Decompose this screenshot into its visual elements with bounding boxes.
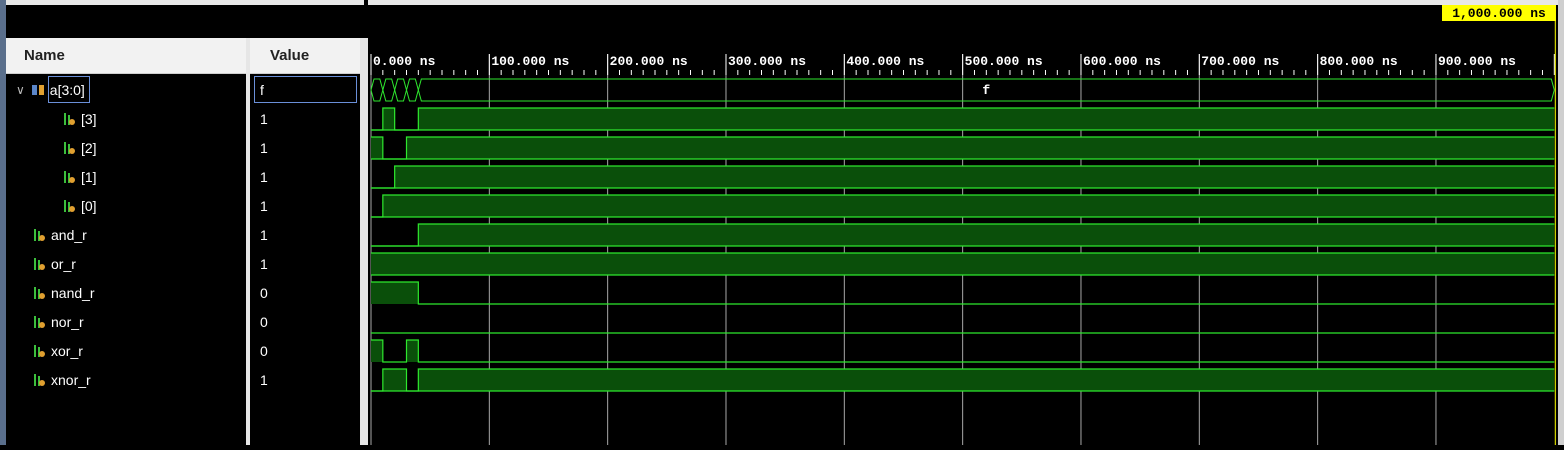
signal-value-cell: 1 [260,255,268,272]
bit-signal-icon [62,170,76,184]
ruler-tick-label: 800.000 ns [1320,54,1398,69]
wave-high-fill [418,224,1555,246]
waveform-toolbar-strip [368,0,1564,5]
ruler-tick-label: 0.000 ns [373,54,436,69]
bit-signal-icon [32,315,46,329]
ruler-tick-label: 700.000 ns [1201,54,1279,69]
signal-name-label: [1] [81,168,97,185]
vertical-scrollbar[interactable] [1558,0,1564,445]
signal-value-cell: 1 [260,226,268,243]
bus-value-segment [394,78,408,102]
bit-signal-icon [62,199,76,213]
wave-high-fill [371,340,383,362]
signal-name-label: nor_r [51,313,84,330]
bus-value-segment [370,78,384,102]
wave-high-fill [371,137,383,159]
waveform-canvas[interactable]: 0.000 ns 100.000 ns 200.000 ns 300.000 ns 40… [368,0,1558,445]
ruler-tick-label: 300.000 ns [728,54,806,69]
wave-high-fill [406,340,419,362]
bit-signal-icon [32,257,46,271]
ruler-tick-label: 600.000 ns [1083,54,1161,69]
wave-high-fill [418,108,1555,130]
signal-name-label: [3] [81,110,97,127]
signal-row[interactable]: ∨ a[3:0] [6,75,256,104]
signal-row[interactable]: nand_r [6,278,272,307]
bit-signal-icon [62,112,76,126]
ruler-tick-label: 400.000 ns [846,54,924,69]
signal-value-cell: 1 [260,371,268,388]
signal-name-label: xnor_r [51,371,91,388]
signal-value-cell: f [260,81,264,98]
bit-signal-icon [32,286,46,300]
bus-value-label: f [982,83,990,98]
signal-value-cell: 0 [260,313,268,330]
bus-value-segment [382,78,396,102]
wave-high-fill [371,253,1555,275]
signal-name-label: [2] [81,139,97,156]
ruler-tick-label: 900.000 ns [1438,54,1516,69]
ruler-tick-label: 200.000 ns [610,54,688,69]
wave-high-fill [371,282,419,304]
wave-high-fill [418,369,1555,391]
wave-high-fill [382,369,407,391]
signal-value-cell: 0 [260,284,268,301]
panel-toolbar-strip [0,0,364,5]
bus-signal-icon [31,83,45,97]
signal-name-label: and_r [51,226,87,243]
signal-row[interactable]: xor_r [6,336,272,365]
signal-value-cell: 1 [260,168,268,185]
signal-value-cell: 0 [260,342,268,359]
wave-high-fill [394,166,1555,188]
signal-value-cell: 1 [260,197,268,214]
signal-row[interactable]: and_r [6,220,272,249]
signal-name-label: nand_r [51,284,95,301]
name-column-header[interactable]: Name [6,38,246,74]
cursor-time-label[interactable]: 1,000.000 ns [1442,5,1556,21]
signal-row[interactable]: nor_r [6,307,272,336]
signal-row[interactable]: or_r [6,249,272,278]
expand-chevron-icon[interactable]: ∨ [16,83,25,97]
signal-row[interactable]: xnor_r [6,365,272,394]
bit-signal-icon [62,141,76,155]
bit-signal-icon [32,344,46,358]
signal-value-cell: 1 [260,139,268,156]
signal-name-label: xor_r [51,342,83,359]
bit-signal-icon [32,228,46,242]
signal-name-label: or_r [51,255,76,272]
bit-signal-icon [32,373,46,387]
signal-name-label: [0] [81,197,97,214]
signal-name-panel: Name Value ∨ a[3:0] [3] [2] [1] [0] and_r or_rn… [0,0,368,445]
ruler-tick-label: 100.000 ns [491,54,569,69]
value-column-header[interactable]: Value [250,38,360,74]
wave-high-fill [382,195,1555,217]
bus-value-segment [405,78,419,102]
wave-high-fill [406,137,1555,159]
ruler-tick-label: 500.000 ns [965,54,1043,69]
signal-name-label: a[3:0] [49,81,85,98]
panel-splitter[interactable] [360,38,368,445]
signal-value-cell: 1 [260,110,268,127]
wave-high-fill [382,108,395,130]
waveform-panel[interactable]: 0.000 ns 100.000 ns 200.000 ns 300.000 ns 40… [368,0,1564,445]
